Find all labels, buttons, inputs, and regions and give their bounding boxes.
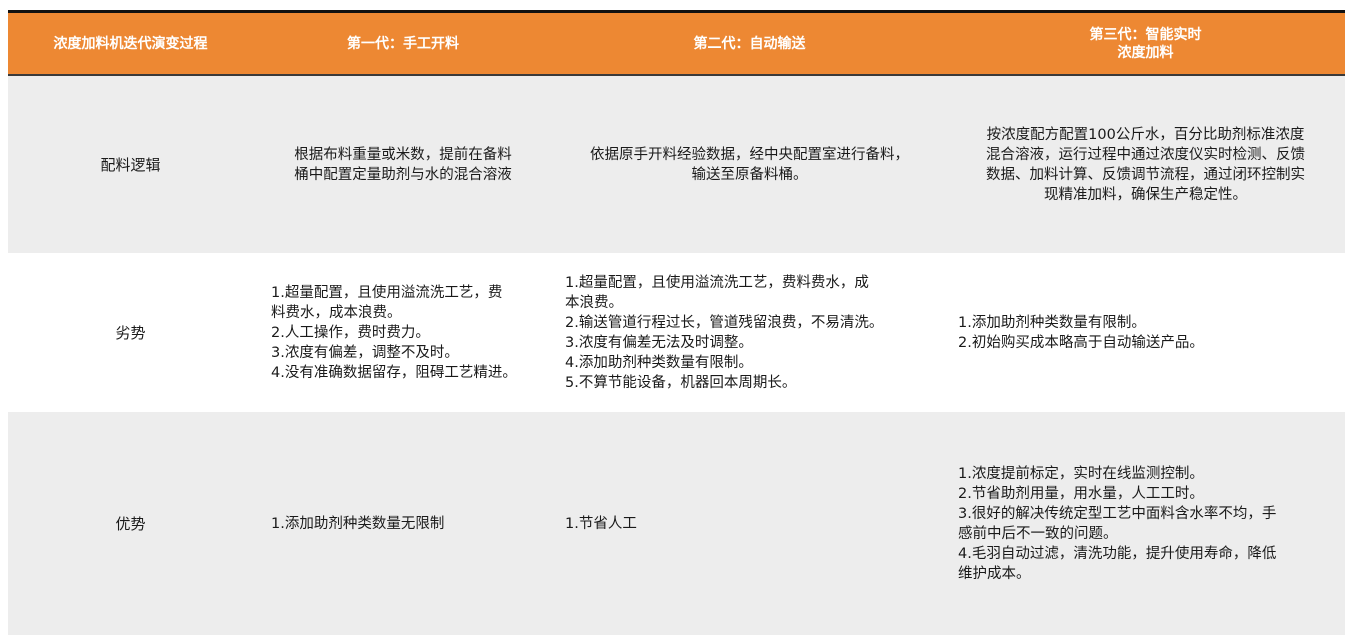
table-header-row: 浓度加料机迭代演变过程 第一代：手工开料 第二代：自动输送 第三代：智能实时 浓… xyxy=(8,13,1345,76)
cell-gen1: 根据布料重量或米数，提前在备料 桶中配置定量助剂与水的混合溶液 xyxy=(294,146,512,183)
table-row-disadvantages: 劣势 1.超量配置，且使用溢流洗工艺，费 料费水，成本浪费。 2.人工操作，费时… xyxy=(8,255,1345,410)
table-row-dosing-logic: 配料逻辑 根据布料重量或米数，提前在备料 桶中配置定量助剂与水的混合溶液 依据原… xyxy=(8,76,1345,253)
cell-gen3: 1.添加助剂种类数量有限制。 2.初始购买成本略高于自动输送产品。 xyxy=(958,314,1204,351)
header-cell-topic: 浓度加料机迭代演变过程 xyxy=(53,35,208,52)
cell-gen1: 1.超量配置，且使用溢流洗工艺，费 料费水，成本浪费。 2.人工操作，费时费力。… xyxy=(271,284,517,381)
row-label: 劣势 xyxy=(115,323,146,342)
row-label: 优势 xyxy=(115,514,146,533)
row-label: 配料逻辑 xyxy=(100,155,161,174)
cell-gen2: 1.节省人工 xyxy=(565,515,637,532)
cell-gen1: 1.添加助剂种类数量无限制 xyxy=(271,515,445,532)
cell-gen2: 依据原手开料经验数据，经中央配置室进行备料， 输送至原备料桶。 xyxy=(590,146,909,183)
cell-gen2: 1.超量配置，且使用溢流洗工艺，费料费水，成 本浪费。 2.输送管道行程过长，管… xyxy=(565,274,884,391)
cell-gen3: 按浓度配方配置100公斤水，百分比助剂标准浓度 混合溶液，运行过程中通过浓度仪实… xyxy=(986,126,1305,203)
cell-gen3: 1.浓度提前标定，实时在线监测控制。 2.节省助剂用量，用水量，人工工时。 3.… xyxy=(958,465,1277,582)
comparison-table: 浓度加料机迭代演变过程 第一代：手工开料 第二代：自动输送 第三代：智能实时 浓… xyxy=(8,10,1345,635)
header-cell-gen2: 第二代：自动输送 xyxy=(693,35,806,52)
header-cell-gen1: 第一代：手工开料 xyxy=(347,35,459,52)
table-row-advantages: 优势 1.添加助剂种类数量无限制 1.节省人工 1.浓度提前标定，实时在线监测控… xyxy=(8,412,1345,635)
header-cell-gen3: 第三代：智能实时 浓度加料 xyxy=(1089,26,1202,61)
